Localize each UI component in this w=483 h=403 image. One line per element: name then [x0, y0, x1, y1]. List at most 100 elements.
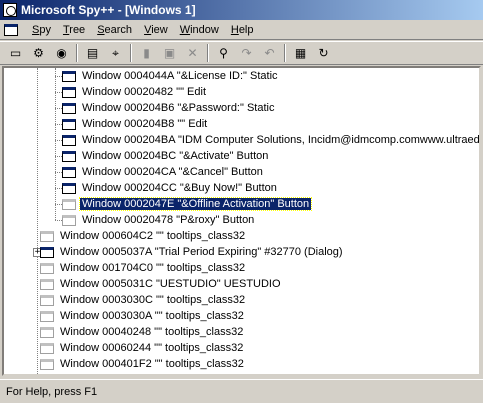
find-prev-icon[interactable]: ↶	[258, 42, 281, 64]
tree-connector	[55, 172, 62, 173]
window-title: Microsoft Spy++ - [Windows 1]	[21, 3, 196, 17]
window-tree[interactable]: Window 0004044A "&License ID:" Static Win…	[2, 66, 481, 376]
refresh-icon[interactable]: ↻	[312, 42, 335, 64]
tree-item[interactable]: Window 00020478 "P&roxy" Button	[62, 212, 256, 228]
tree-item-label: Window 0003030C "" tooltips_class32	[60, 294, 246, 306]
tree-connector	[55, 108, 62, 109]
find-window-icon[interactable]: ⌖	[104, 42, 127, 64]
tree-item[interactable]: Window 0003030A "" tooltips_class32	[40, 308, 246, 324]
window-icon	[40, 230, 54, 242]
spy-app-icon[interactable]	[3, 3, 17, 17]
tree-item-label: Window 00060244 "" tooltips_class32	[60, 342, 244, 354]
tree-guide-line	[55, 68, 56, 220]
tree-item[interactable]: Window 001704C0 "" tooltips_class32	[40, 260, 247, 276]
tree-item[interactable]: Window 000604C2 "" tooltips_class32	[40, 228, 247, 244]
tree-item-label: Window 000604C2 "" tooltips_class32	[60, 230, 246, 242]
tree-item-label: Window 000204BC "&Activate" Button	[82, 150, 269, 162]
window-icon	[40, 358, 54, 370]
tree-item-label: Window 0005031C "UESTUDIO" UESTUDIO	[60, 278, 281, 290]
tree-item-label: Window 000204B6 "&Password:" Static	[82, 102, 275, 114]
tree-item[interactable]: Window 000401F2 "" tooltips_class32	[40, 356, 246, 372]
tree-connector	[55, 76, 62, 77]
window-icon	[62, 198, 76, 210]
tree-item[interactable]: Window 0004044A "&License ID:" Static	[62, 68, 280, 84]
tree-item-label: Window 0005037A "Trial Period Expiring" …	[60, 246, 343, 258]
tree-connector	[55, 124, 62, 125]
toolbar-separator	[284, 44, 286, 62]
binoculars-icon[interactable]: ⚲	[212, 42, 235, 64]
toolbar-separator	[76, 44, 78, 62]
tree-item[interactable]: Window 000204CA "&Cancel" Button	[62, 164, 265, 180]
tree-item-label: Window 00020482 "" Edit	[82, 86, 206, 98]
toolbar: ▭ ⚙ ◉ ▤ ⌖ ▮ ▣ ✕ ⚲ ↷ ↶ ▦ ↻	[0, 41, 483, 65]
menu-tree[interactable]: Tree	[57, 24, 91, 36]
status-bar: For Help, press F1	[0, 379, 483, 403]
tree-item[interactable]: Window 0003030C "" tooltips_class32	[40, 292, 247, 308]
title-bar: Microsoft Spy++ - [Windows 1]	[0, 0, 483, 20]
tree-item-label: Window 000401CE "" tooltips_class32	[58, 374, 248, 376]
tree-item-label: Window 00040248 "" tooltips_class32	[60, 326, 244, 338]
window-icon	[62, 150, 76, 162]
menu-spy[interactable]: Spy	[26, 24, 57, 36]
tree-item[interactable]: Window 000204B8 "" Edit	[62, 116, 209, 132]
tree-item-label: Window 0002047E "&Offline Activation" Bu…	[78, 197, 313, 211]
threads-icon[interactable]: ◉	[50, 42, 73, 64]
tree-guide-line	[37, 68, 38, 374]
properties-icon[interactable]: ▦	[289, 42, 312, 64]
tree-item-label: Window 000204BA "IDM Computer Solutions,…	[82, 134, 481, 146]
window-icon	[62, 70, 76, 82]
tree-item[interactable]: Window 000204B6 "&Password:" Static	[62, 100, 276, 116]
tree-item[interactable]: Window 0002047E "&Offline Activation" Bu…	[62, 196, 313, 212]
window-icon	[40, 375, 54, 377]
windows-icon[interactable]: ▭	[4, 42, 27, 64]
tree-item-label: Window 000204B8 "" Edit	[82, 118, 208, 130]
tree-item[interactable]: Window 00040248 "" tooltips_class32	[40, 324, 245, 340]
tree-connector	[55, 188, 62, 189]
window-icon	[40, 310, 54, 322]
window-icon	[40, 246, 54, 258]
window-icon	[62, 182, 76, 194]
toolbar-separator	[207, 44, 209, 62]
window-icon	[62, 118, 76, 130]
tree-item[interactable]: Window 00060244 "" tooltips_class32	[40, 340, 245, 356]
menu-search[interactable]: Search	[91, 24, 138, 36]
log-messages-icon[interactable]: ▤	[81, 42, 104, 64]
window-icon	[40, 278, 54, 290]
menu-help[interactable]: Help	[225, 24, 260, 36]
toolbar-separator	[130, 44, 132, 62]
tree-item[interactable]: Window 0005037A "Trial Period Expiring" …	[40, 244, 345, 260]
tree-item-label: Window 000401F2 "" tooltips_class32	[60, 358, 244, 370]
tree-connector	[55, 204, 62, 205]
window-icon	[40, 262, 54, 274]
message-options-icon[interactable]: ▣	[158, 42, 181, 64]
menu-window[interactable]: Window	[174, 24, 225, 36]
tree-item-label: Window 000204CA "&Cancel" Button	[82, 166, 263, 178]
menu-view[interactable]: View	[138, 24, 174, 36]
tree-item[interactable]: Window 000401CE "" tooltips_class32	[40, 372, 248, 377]
window-icon	[62, 214, 76, 226]
tree-item[interactable]: Window 000204BC "&Activate" Button	[62, 148, 270, 164]
tree-connector	[55, 92, 62, 93]
start-logging-icon[interactable]: ▮	[135, 42, 158, 64]
tree-item[interactable]: Window 00020482 "" Edit	[62, 84, 208, 100]
tree-item-label: Window 00020478 "P&roxy" Button	[82, 214, 255, 226]
tree-item[interactable]: Window 000204CC "&Buy Now!" Button	[62, 180, 279, 196]
window-icon	[40, 342, 54, 354]
find-next-icon[interactable]: ↷	[235, 42, 258, 64]
tree-item-label: Window 000204CC "&Buy Now!" Button	[82, 182, 277, 194]
tree-connector	[55, 220, 62, 221]
tree-item-label: Window 0004044A "&License ID:" Static	[82, 70, 278, 82]
tree-item-label: Window 001704C0 "" tooltips_class32	[60, 262, 246, 274]
window-icon	[62, 134, 76, 146]
window-icon	[62, 166, 76, 178]
tree-connector	[55, 156, 62, 157]
document-window-icon[interactable]	[4, 23, 18, 36]
window-icon	[40, 294, 54, 306]
window-icon	[62, 86, 76, 98]
processes-icon[interactable]: ⚙	[27, 42, 50, 64]
clear-log-icon[interactable]: ✕	[181, 42, 204, 64]
window-icon	[62, 102, 76, 114]
tree-item[interactable]: Window 0005031C "UESTUDIO" UESTUDIO	[40, 276, 283, 292]
tree-connector	[55, 140, 62, 141]
tree-item[interactable]: Window 000204BA "IDM Computer Solutions,…	[62, 132, 481, 148]
